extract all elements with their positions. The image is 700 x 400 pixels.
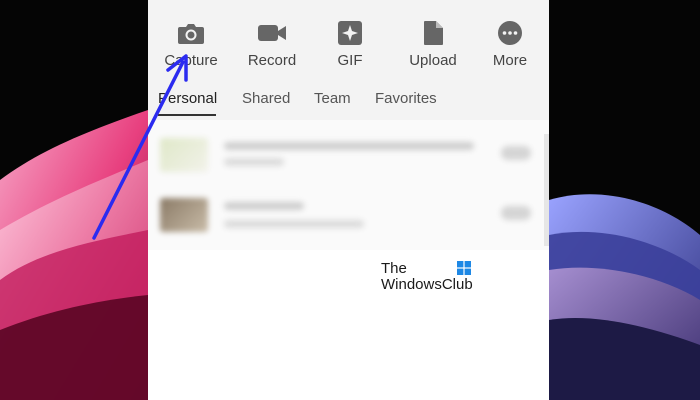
list-item-meta-placeholder [224, 220, 364, 228]
watermark-line2: WindowsClub [381, 276, 473, 293]
toolbar: Capture Record GIF Upload More [148, 0, 549, 80]
windows-logo-icon [457, 261, 471, 275]
list-item-thumbnail [160, 138, 208, 172]
record-label: Record [247, 52, 297, 69]
more-dots-icon [498, 21, 522, 45]
list-item[interactable] [148, 126, 543, 184]
list-item[interactable] [148, 186, 543, 244]
tab-personal[interactable]: Personal [158, 90, 217, 107]
list-item-badge [501, 146, 531, 160]
sparkle-icon [338, 21, 362, 45]
more-label: More [492, 52, 528, 69]
gif-label: GIF [337, 52, 363, 69]
capture-button[interactable]: Capture [151, 20, 231, 69]
list-item-title-placeholder [224, 142, 474, 150]
tab-favorites[interactable]: Favorites [375, 90, 437, 107]
upload-label: Upload [409, 52, 457, 69]
record-button[interactable]: Record [232, 20, 312, 69]
gif-button[interactable]: GIF [310, 20, 390, 69]
tab-team[interactable]: Team [314, 90, 351, 107]
list-item-meta-placeholder [224, 158, 284, 166]
tab-shared[interactable]: Shared [242, 90, 290, 107]
watermark-line1: The [381, 260, 407, 277]
watermark: The WindowsClub [381, 260, 491, 296]
wallpaper-right [549, 0, 700, 400]
document-icon [424, 21, 443, 45]
list-item-badge [501, 206, 531, 220]
capture-label: Capture [164, 52, 218, 69]
active-tab-indicator [158, 114, 216, 116]
more-button[interactable]: More [470, 20, 550, 69]
list-item-thumbnail [160, 198, 208, 232]
upload-button[interactable]: Upload [393, 20, 473, 69]
capture-list [148, 120, 549, 250]
tab-bar: Personal Shared Team Favorites [148, 80, 549, 120]
camera-icon [178, 24, 204, 44]
video-camera-icon [258, 25, 286, 41]
list-scrollbar[interactable] [544, 134, 549, 246]
wallpaper-left [0, 0, 148, 400]
snipping-panel: Capture Record GIF Upload More Personal … [148, 0, 549, 400]
list-item-title-placeholder [224, 202, 304, 210]
